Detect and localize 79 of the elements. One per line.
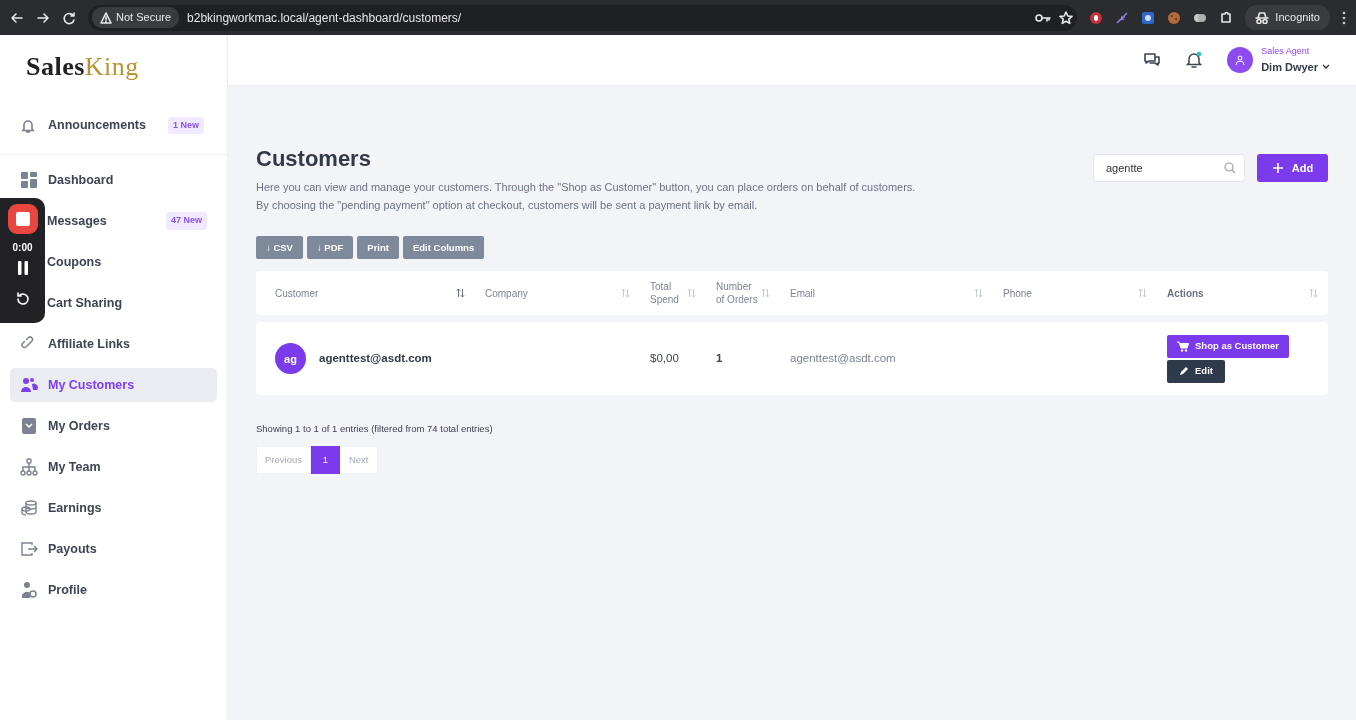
customer-avatar: ag	[275, 343, 306, 375]
export-button[interactable]: Print	[357, 236, 399, 260]
sidebar-item[interactable]: My Orders	[10, 409, 217, 443]
timer-text: 0:00	[12, 241, 33, 255]
entries-info: Showing 1 to 1 of 1 entries (filtered from 74 total entries)	[256, 422, 494, 437]
export-button[interactable]: Edit Columns	[402, 236, 485, 260]
sidebar-item[interactable]: Dashboard	[10, 163, 217, 197]
extension-icon[interactable]	[1141, 10, 1156, 25]
page-title: Customers	[256, 146, 372, 173]
column-header[interactable]: Email	[790, 286, 815, 300]
export-button[interactable]: ↓ CSV	[256, 236, 303, 260]
sidebar-item[interactable]: Earnings	[10, 491, 217, 525]
back-icon[interactable]	[10, 10, 24, 25]
chat-icon[interactable]	[1143, 52, 1162, 68]
cart-icon	[1177, 340, 1189, 352]
extension-icon[interactable]	[1089, 10, 1104, 25]
user-role: Sales Agent	[1261, 45, 1311, 58]
customer-name[interactable]: agenttest@asdt.com	[319, 350, 432, 368]
sidebar-item[interactable]: Profile	[10, 573, 217, 607]
profile-icon	[20, 581, 38, 599]
forward-icon[interactable]	[36, 10, 50, 25]
pencil-icon	[1179, 366, 1189, 377]
key-icon[interactable]	[1035, 11, 1052, 24]
new-badge: 47 New	[165, 212, 207, 230]
sidebar-item[interactable]: Coupons	[46, 245, 217, 279]
pause-icon[interactable]	[16, 261, 29, 275]
search-field[interactable]: agentte	[1093, 154, 1245, 182]
profile-button[interactable]: Incognito	[1245, 5, 1330, 30]
puzzle-icon[interactable]	[1219, 10, 1234, 25]
table-cell-text: $0,00	[650, 351, 679, 367]
warning-icon	[100, 11, 112, 24]
stop-button[interactable]	[7, 204, 38, 234]
cookie-icon[interactable]	[1167, 10, 1182, 25]
column-header[interactable]: Actions	[1167, 286, 1204, 300]
page-description: Here you can view and manage your customers. Through the "Shop as Customer" button, you can place orders on behalf of customers. By choosing the "pending payment" option at checkout, customers will be sent a payment link by email.	[256, 180, 916, 214]
export-button[interactable]: ↓ PDF	[306, 236, 354, 260]
pagination-button[interactable]: 1	[310, 445, 340, 474]
table-cell-text: 1	[716, 351, 723, 367]
feather-icon[interactable]	[1115, 10, 1130, 25]
restart-icon[interactable]	[14, 291, 31, 307]
sidebar-item[interactable]: My Team	[10, 450, 217, 484]
dashboard-icon	[20, 171, 38, 189]
url-text: b2bkingworkmac.local/agent-dashboard/customers/	[187, 9, 462, 27]
shop-as-customer-button[interactable]: Shop as Customer	[1167, 334, 1289, 358]
hierarchy-icon	[20, 458, 38, 476]
users-icon	[20, 376, 38, 394]
wallet-exit-icon	[20, 540, 38, 558]
user-icon	[1235, 55, 1246, 65]
star-icon[interactable]	[1059, 10, 1074, 25]
reload-icon[interactable]	[62, 10, 76, 25]
caret-icon[interactable]	[1322, 63, 1330, 70]
column-header[interactable]: Company	[485, 286, 528, 300]
sidebar-item[interactable]: My Customers	[10, 368, 217, 402]
new-badge: 1 New	[167, 116, 204, 135]
column-header[interactable]: Total Spend	[650, 280, 687, 307]
bell-icon	[20, 117, 36, 134]
incognito-icon	[1255, 11, 1270, 24]
coins-icon	[20, 499, 38, 517]
security-indicator[interactable]: Not Secure	[92, 7, 180, 28]
sidebar-item[interactable]: Cart Sharing	[46, 286, 217, 320]
sort-icon[interactable]	[456, 288, 465, 299]
user-avatar[interactable]	[1227, 47, 1254, 73]
add-button[interactable]: Add	[1257, 154, 1328, 182]
sidebar-item[interactable]: Affiliate Links	[10, 327, 217, 361]
table-cell-text: agenttest@asdt.com	[790, 351, 896, 367]
column-header[interactable]: Number of Orders	[716, 280, 761, 307]
sidebar-item[interactable]: Messages 47 New	[46, 204, 217, 238]
column-header[interactable]: Phone	[1003, 286, 1032, 300]
plus-icon	[1271, 162, 1284, 174]
notification-bell-icon[interactable]	[1185, 51, 1204, 69]
column-header[interactable]: Customer	[275, 286, 319, 300]
user-name[interactable]: Dim Dwyer	[1261, 58, 1318, 75]
address-bar[interactable]: Not Secure b2bkingworkmac.local/agent-dashboard/customers/	[88, 4, 1078, 31]
sidebar-item[interactable]: Payouts	[10, 532, 217, 566]
more-icon[interactable]	[1342, 10, 1346, 25]
bag-icon	[20, 417, 38, 435]
logo[interactable]: SalesKing	[0, 35, 227, 97]
edit-button[interactable]: Edit	[1167, 359, 1225, 383]
sidebar-item[interactable]: Announcements	[48, 116, 146, 135]
